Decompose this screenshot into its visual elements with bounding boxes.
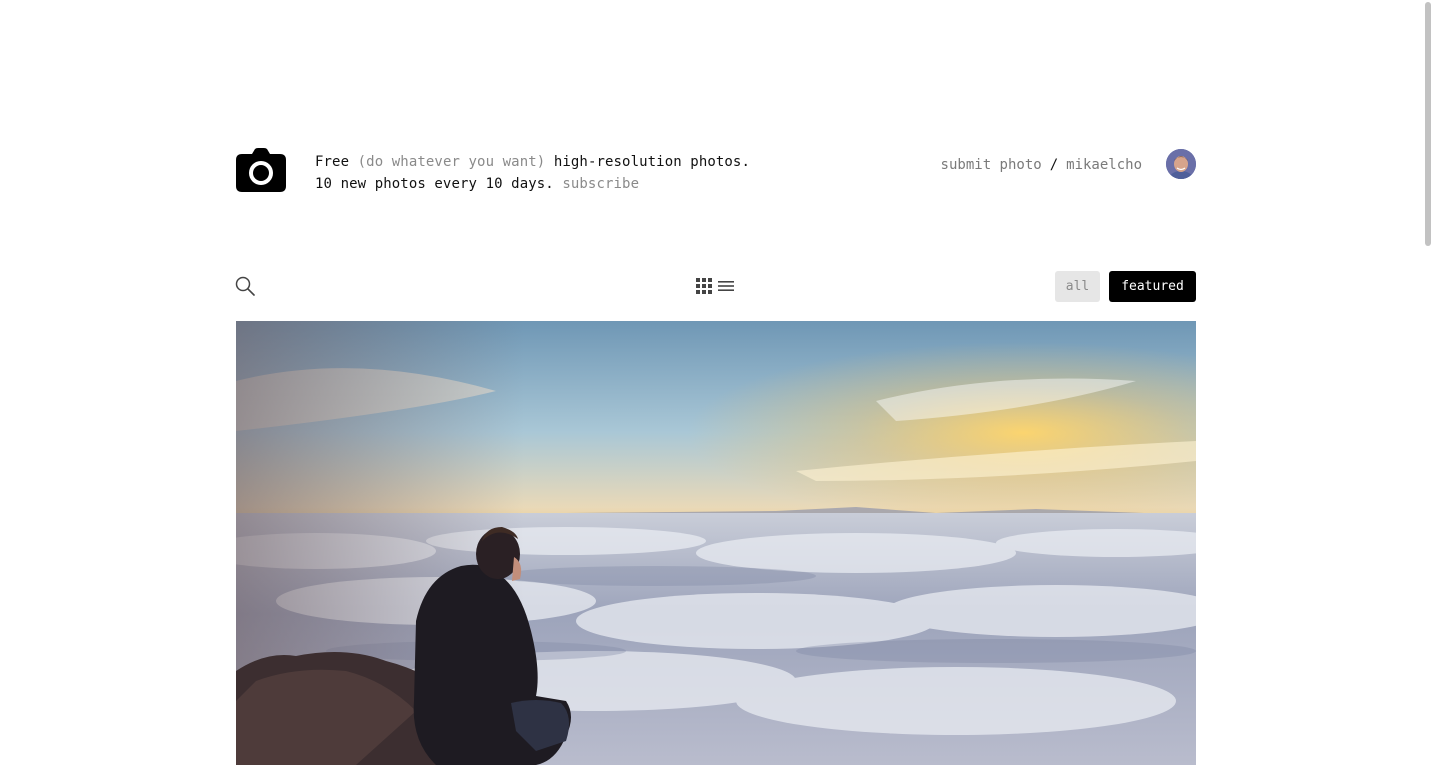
nav-separator: / [1049,157,1059,173]
tagline-frequency: 10 new photos every 10 days. [315,176,554,192]
subscribe-link[interactable]: subscribe [562,176,639,192]
list-view-icon[interactable] [718,278,734,294]
filter-featured-button[interactable]: featured [1109,271,1196,302]
view-toggle-group [696,278,734,294]
header-nav: submit photo / mikaelcho [941,155,1142,175]
tagline-rest: high-resolution photos. [553,154,750,170]
camera-icon[interactable] [236,148,286,192]
tagline-line-1: Free (do whatever you want) high-resolut… [315,151,750,173]
site-tagline: Free (do whatever you want) high-resolut… [315,151,750,195]
page: Free (do whatever you want) high-resolut… [0,0,1431,765]
scrollbar[interactable] [1425,2,1431,246]
featured-photo[interactable] [236,321,1196,765]
user-avatar[interactable] [1166,149,1196,179]
tagline-free: Free [315,154,350,170]
filter-all-button[interactable]: all [1055,271,1100,302]
tagline-line-2: 10 new photos every 10 days. subscribe [315,173,750,195]
user-profile-link[interactable]: mikaelcho [1066,157,1142,173]
search-icon[interactable] [235,276,255,296]
submit-photo-link[interactable]: submit photo [941,157,1042,173]
grid-view-icon[interactable] [696,278,712,294]
tagline-aside: (do whatever you want) [357,154,546,170]
